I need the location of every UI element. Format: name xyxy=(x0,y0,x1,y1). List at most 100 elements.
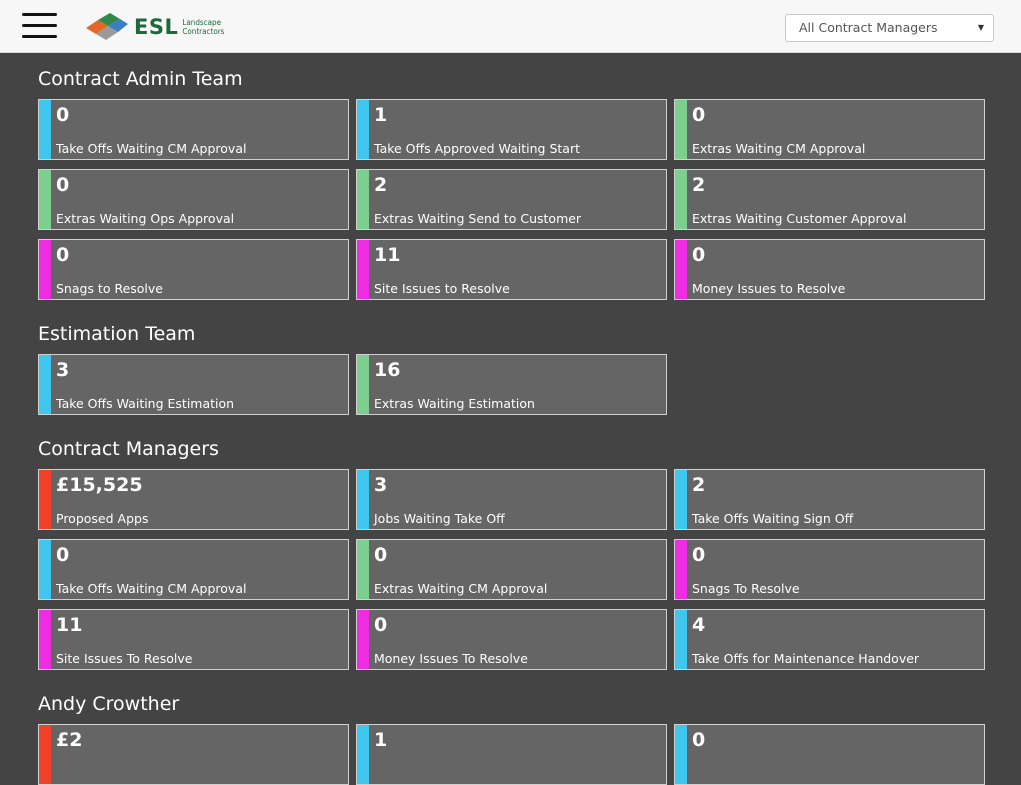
tile-value: 4 xyxy=(692,614,706,636)
dashboard-tile[interactable]: 0 xyxy=(674,724,985,785)
dashboard-tile[interactable]: 2 Extras Waiting Customer Approval xyxy=(674,169,985,230)
tile-color-bar xyxy=(675,240,687,299)
tile-value: 0 xyxy=(56,244,70,266)
dashboard-tile[interactable]: 0 Money Issues to Resolve xyxy=(674,239,985,300)
tile-color-bar xyxy=(357,540,369,599)
dashboard-tile[interactable]: 0 Extras Waiting Ops Approval xyxy=(38,169,349,230)
tile-value: 0 xyxy=(692,544,706,566)
dashboard-tile[interactable]: 0 Snags To Resolve xyxy=(674,539,985,600)
tile-label: Site Issues To Resolve xyxy=(56,651,193,666)
tile-color-bar xyxy=(357,100,369,159)
tile-label: Extras Waiting Customer Approval xyxy=(692,211,907,226)
tile-label: Extras Waiting CM Approval xyxy=(374,581,548,596)
logo-subtext: Landscape Contractors xyxy=(182,18,225,36)
tile-label: Extras Waiting CM Approval xyxy=(692,141,866,156)
logo-mark-icon xyxy=(86,13,128,40)
tile-color-bar xyxy=(675,100,687,159)
section-title: Estimation Team xyxy=(38,323,196,345)
tile-color-bar xyxy=(675,610,687,669)
tile-value: 3 xyxy=(374,474,388,496)
tile-color-bar xyxy=(357,610,369,669)
top-header: ESL Landscape Contractors All Contract M… xyxy=(0,0,1021,53)
dashboard-tile[interactable]: £2 xyxy=(38,724,349,785)
tile-label: Take Offs Waiting Estimation xyxy=(56,396,235,411)
dashboard-tile[interactable]: 1 xyxy=(356,724,667,785)
tile-value: 0 xyxy=(56,544,70,566)
dashboard-tile[interactable]: 11 Site Issues to Resolve xyxy=(356,239,667,300)
dashboard-tile[interactable]: 0 Take Offs Waiting CM Approval xyxy=(38,539,349,600)
contract-manager-select[interactable]: All Contract Managers ▼ xyxy=(785,14,994,42)
select-value: All Contract Managers xyxy=(799,20,938,35)
tile-color-bar xyxy=(39,470,51,529)
logo-text: ESL xyxy=(134,15,179,39)
dashboard-tile[interactable]: 3 Take Offs Waiting Estimation xyxy=(38,354,349,415)
tile-color-bar xyxy=(675,725,687,784)
dashboard-tile[interactable]: £15,525 Proposed Apps xyxy=(38,469,349,530)
tile-label: Take Offs for Maintenance Handover xyxy=(692,651,920,666)
tile-color-bar xyxy=(39,170,51,229)
tile-label: Site Issues to Resolve xyxy=(374,281,510,296)
section-title: Contract Managers xyxy=(38,438,219,460)
tile-color-bar xyxy=(357,170,369,229)
tile-color-bar xyxy=(675,540,687,599)
dashboard-tile[interactable]: 16 Extras Waiting Estimation xyxy=(356,354,667,415)
tile-value: 2 xyxy=(692,174,706,196)
tile-value: 0 xyxy=(374,614,388,636)
tile-color-bar xyxy=(39,100,51,159)
tile-value: 0 xyxy=(692,244,706,266)
tile-value: 0 xyxy=(56,174,70,196)
dashboard-tile[interactable]: 0 Extras Waiting CM Approval xyxy=(356,539,667,600)
tile-color-bar xyxy=(675,470,687,529)
tile-value: 2 xyxy=(374,174,388,196)
section-title: Andy Crowther xyxy=(38,693,180,715)
dashboard-tile[interactable]: 2 Extras Waiting Send to Customer xyxy=(356,169,667,230)
tile-label: Extras Waiting Send to Customer xyxy=(374,211,582,226)
tile-label: Extras Waiting Ops Approval xyxy=(56,211,235,226)
menu-icon[interactable] xyxy=(22,13,57,39)
tile-label: Money Issues to Resolve xyxy=(692,281,846,296)
tile-color-bar xyxy=(39,240,51,299)
dashboard-tile[interactable]: 1 Take Offs Approved Waiting Start xyxy=(356,99,667,160)
tile-color-bar xyxy=(39,725,51,784)
tile-color-bar xyxy=(357,355,369,414)
tile-color-bar xyxy=(357,240,369,299)
tile-value: 11 xyxy=(374,244,401,266)
caret-down-icon: ▼ xyxy=(977,23,984,32)
dashboard-tile[interactable]: 0 Extras Waiting CM Approval xyxy=(674,99,985,160)
tile-value: 3 xyxy=(56,359,70,381)
tile-value: 11 xyxy=(56,614,83,636)
tile-label: Take Offs Waiting CM Approval xyxy=(56,141,247,156)
tile-value: £15,525 xyxy=(56,474,143,496)
tile-value: £2 xyxy=(56,729,83,751)
dashboard-tile[interactable]: 11 Site Issues To Resolve xyxy=(38,609,349,670)
tile-value: 1 xyxy=(374,729,388,751)
tile-label: Take Offs Approved Waiting Start xyxy=(374,141,580,156)
tile-value: 2 xyxy=(692,474,706,496)
tile-color-bar xyxy=(675,170,687,229)
tile-label: Proposed Apps xyxy=(56,511,149,526)
dashboard-tile[interactable]: 0 Take Offs Waiting CM Approval xyxy=(38,99,349,160)
tile-color-bar xyxy=(39,355,51,414)
dashboard-tile[interactable]: 0 Money Issues To Resolve xyxy=(356,609,667,670)
company-logo[interactable]: ESL Landscape Contractors xyxy=(84,11,224,43)
dashboard-tile[interactable]: 3 Jobs Waiting Take Off xyxy=(356,469,667,530)
tile-value: 0 xyxy=(374,544,388,566)
tile-color-bar xyxy=(39,610,51,669)
section-title: Contract Admin Team xyxy=(38,68,243,90)
tile-label: Take Offs Waiting Sign Off xyxy=(692,511,854,526)
tile-value: 0 xyxy=(56,104,70,126)
tile-label: Snags To Resolve xyxy=(692,581,800,596)
tile-label: Money Issues To Resolve xyxy=(374,651,528,666)
tile-label: Jobs Waiting Take Off xyxy=(374,511,505,526)
dashboard-tile[interactable]: 2 Take Offs Waiting Sign Off xyxy=(674,469,985,530)
dashboard-tile[interactable]: 0 Snags to Resolve xyxy=(38,239,349,300)
tile-color-bar xyxy=(357,470,369,529)
tile-label: Snags to Resolve xyxy=(56,281,163,296)
tile-color-bar xyxy=(357,725,369,784)
dashboard-tile[interactable]: 4 Take Offs for Maintenance Handover xyxy=(674,609,985,670)
tile-value: 1 xyxy=(374,104,388,126)
tile-label: Take Offs Waiting CM Approval xyxy=(56,581,247,596)
tile-value: 16 xyxy=(374,359,401,381)
tile-color-bar xyxy=(39,540,51,599)
tile-value: 0 xyxy=(692,729,706,751)
